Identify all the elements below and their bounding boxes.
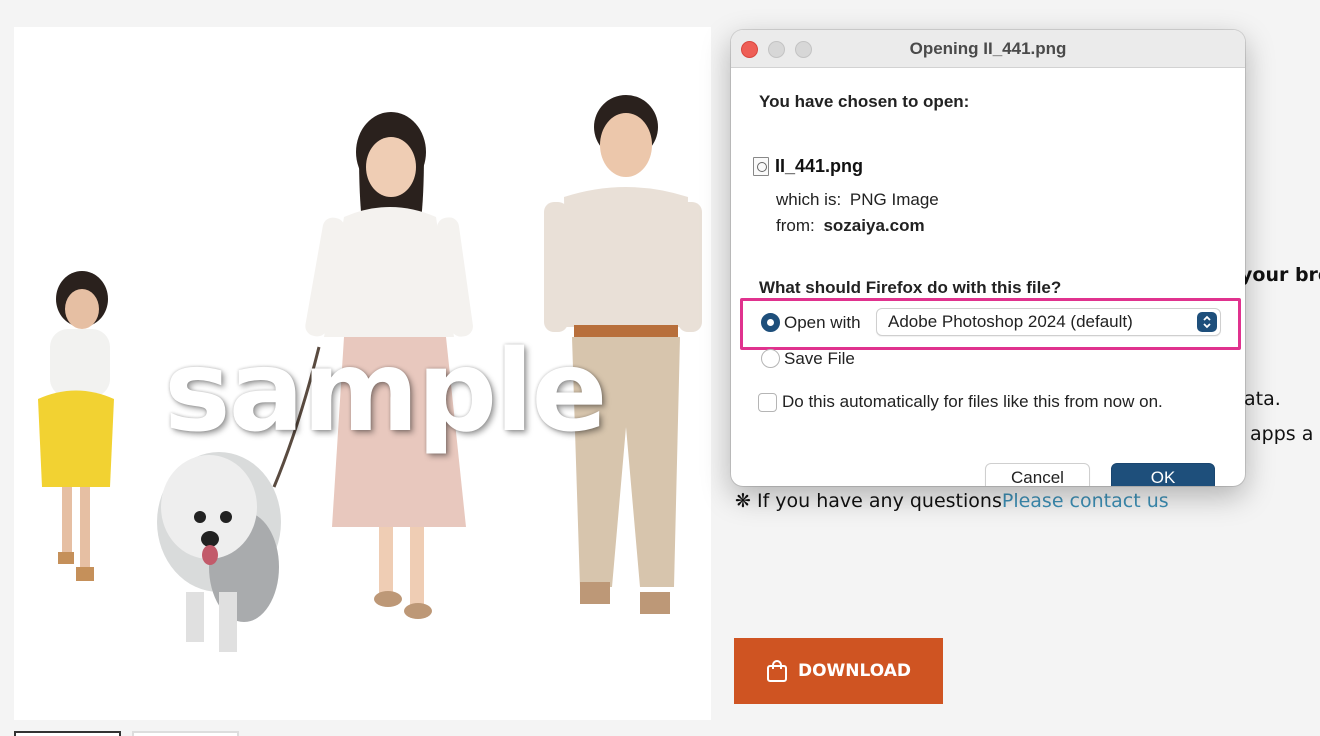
ok-button[interactable]: OK xyxy=(1111,463,1215,486)
minimize-window-button[interactable] xyxy=(768,41,785,58)
sample-watermark: sample xyxy=(164,327,607,457)
dog-figure xyxy=(157,452,281,652)
partial-text-line: apps a xyxy=(1250,423,1314,445)
cancel-button[interactable]: Cancel xyxy=(985,463,1090,486)
thumbnail-1[interactable] xyxy=(14,731,121,736)
dialog-titlebar: Opening II_441.png xyxy=(731,30,1245,68)
download-label: DOWNLOAD xyxy=(797,661,912,681)
contact-prefix: ❋ If you have any questions xyxy=(735,490,1002,512)
auto-action-checkbox[interactable] xyxy=(758,393,777,412)
close-window-button[interactable] xyxy=(741,41,758,58)
from-label: from: xyxy=(776,216,815,235)
file-source-row: from: sozaiya.com xyxy=(776,216,925,236)
zoom-window-button[interactable] xyxy=(795,41,812,58)
partial-heading: your bro xyxy=(1240,264,1320,286)
product-image: sample xyxy=(14,27,711,720)
partial-text-line: ata. xyxy=(1244,388,1281,410)
action-question: What should Firefox do with this file? xyxy=(759,278,1062,297)
png-file-icon xyxy=(753,157,769,176)
thumbnail-2[interactable] xyxy=(132,731,239,736)
open-with-app-value: Adobe Photoshop 2024 (default) xyxy=(888,312,1133,331)
auto-action-label: Do this automatically for files like thi… xyxy=(782,392,1163,411)
file-type-row: which is: PNG Image xyxy=(776,190,939,210)
file-name: II_441.png xyxy=(775,156,864,176)
open-file-dialog: Opening II_441.png You have chosen to op… xyxy=(731,30,1245,486)
file-row: II_441.png xyxy=(753,156,863,177)
save-file-label: Save File xyxy=(784,349,855,368)
contact-line: ❋ If you have any questionsPlease contac… xyxy=(735,490,1169,512)
girl-figure xyxy=(38,271,114,581)
open-with-radio[interactable] xyxy=(761,313,780,332)
shopping-bag-icon xyxy=(766,660,787,682)
which-is-label: which is: xyxy=(776,190,842,209)
select-arrows-icon xyxy=(1197,312,1217,332)
contact-link[interactable]: Please contact us xyxy=(1002,490,1169,512)
download-button[interactable]: DOWNLOAD xyxy=(734,638,943,704)
from-value: sozaiya.com xyxy=(823,216,925,235)
open-with-label: Open with xyxy=(784,313,861,332)
which-is-value: PNG Image xyxy=(849,190,939,209)
dialog-title: Opening II_441.png xyxy=(909,38,1067,58)
chosen-heading: You have chosen to open: xyxy=(759,92,970,111)
window-controls xyxy=(741,41,812,58)
save-file-radio[interactable] xyxy=(761,349,780,368)
open-with-app-select[interactable]: Adobe Photoshop 2024 (default) xyxy=(876,308,1221,336)
dialog-body: You have chosen to open: II_441.png whic… xyxy=(731,68,1245,486)
